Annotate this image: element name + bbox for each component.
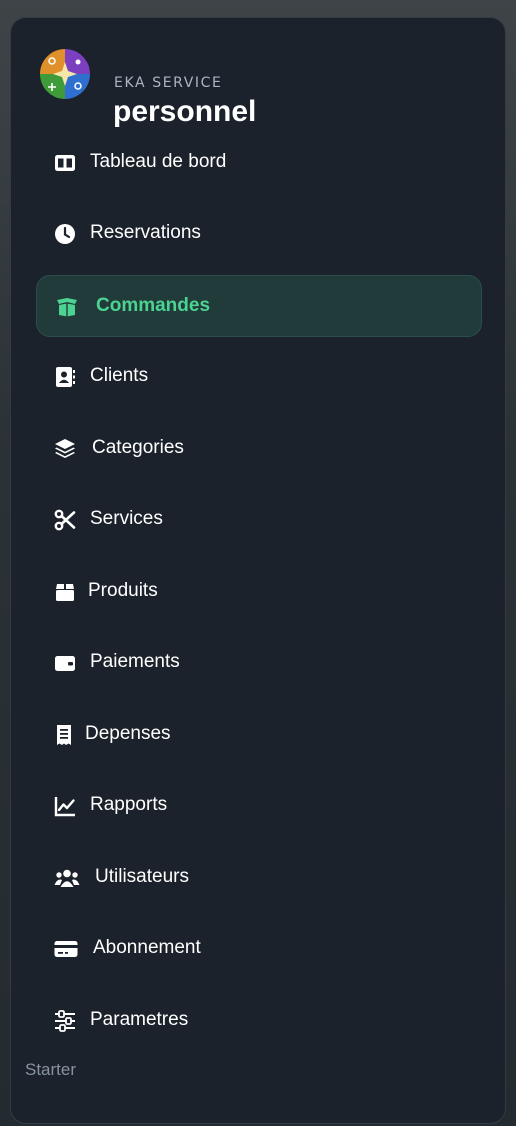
nav-label: Commandes <box>96 295 211 316</box>
scissors-icon <box>54 509 76 531</box>
sidebar-panel: EKA SERVICE personnel Tableau de bord Re… <box>10 17 506 1124</box>
contact-book-icon <box>54 366 76 388</box>
nav-label: Abonnement <box>93 937 201 958</box>
nav-label: Parametres <box>90 1009 189 1030</box>
dashboard-columns-icon <box>54 152 76 174</box>
nav-item-rapports[interactable]: Rapports <box>36 775 482 837</box>
nav-item-depenses[interactable]: Depenses <box>36 704 482 766</box>
gift-box-icon <box>54 581 76 603</box>
nav-label: Utilisateurs <box>95 866 189 887</box>
nav-item-paiements[interactable]: Paiements <box>36 632 482 694</box>
brand-title: personnel <box>113 95 257 128</box>
nav-label: Reservations <box>90 222 201 243</box>
nav-label: Produits <box>88 580 158 601</box>
clock-icon <box>54 223 76 245</box>
nav-label: Paiements <box>90 651 180 672</box>
open-box-icon <box>55 296 77 318</box>
nav-item-abonnement[interactable]: Abonnement <box>36 918 482 980</box>
nav-item-produits[interactable]: Produits <box>36 561 482 623</box>
plan-label: Starter <box>25 1060 77 1079</box>
nav-label: Tableau de bord <box>90 151 227 172</box>
brand-header[interactable]: EKA SERVICE personnel <box>39 48 479 128</box>
nav-item-commandes[interactable]: Commandes <box>36 275 482 337</box>
nav-item-clients[interactable]: Clients <box>36 346 482 408</box>
wallet-icon <box>54 652 76 674</box>
users-icon <box>54 867 80 889</box>
nav-item-categories[interactable]: Categories <box>36 418 482 480</box>
sliders-icon <box>54 1010 76 1032</box>
nav-label: Rapports <box>90 794 168 815</box>
nav-item-tableau-de-bord[interactable]: Tableau de bord <box>36 132 482 194</box>
app-logo-icon <box>40 49 90 99</box>
brand-subtitle: EKA SERVICE <box>114 75 223 91</box>
nav-label: Categories <box>92 437 184 458</box>
nav-item-utilisateurs[interactable]: Utilisateurs <box>36 847 482 909</box>
nav-item-reservations[interactable]: Reservations <box>36 203 482 265</box>
nav-item-parametres[interactable]: Parametres <box>36 990 482 1052</box>
credit-card-icon <box>54 938 78 960</box>
nav-label: Clients <box>90 365 149 386</box>
line-chart-icon <box>54 795 76 817</box>
nav-label: Depenses <box>85 723 171 744</box>
nav-item-services[interactable]: Services <box>36 489 482 551</box>
layers-icon <box>54 438 76 460</box>
nav-label: Services <box>90 508 163 529</box>
receipt-icon <box>54 724 76 746</box>
